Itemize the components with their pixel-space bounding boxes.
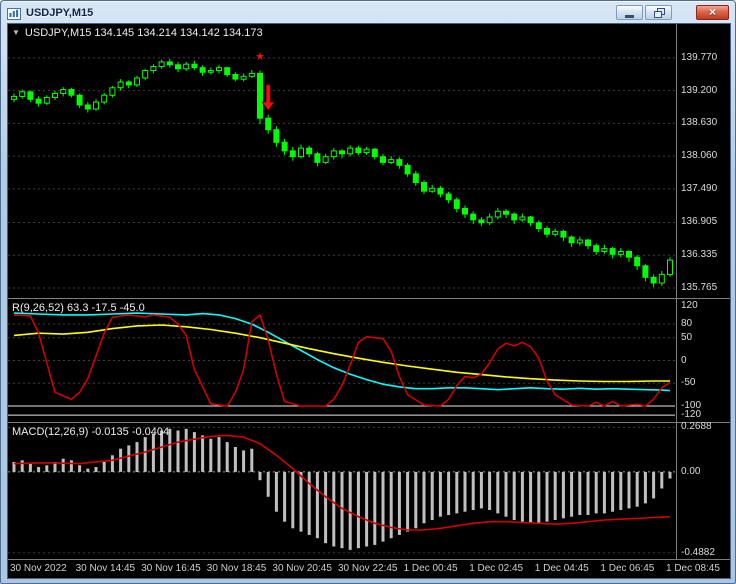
axis-label: -120 bbox=[681, 409, 702, 421]
time-axis[interactable]: 30 Nov 2022 30 Nov 14:45 30 Nov 16:45 30 No… bbox=[8, 560, 730, 578]
axis-label: 136.335 bbox=[681, 249, 718, 261]
window-title: USDJPY,M15 bbox=[26, 6, 94, 19]
time-axis-label: 1 Dec 08:45 bbox=[666, 563, 720, 574]
axis-label: 0.2688 bbox=[681, 421, 712, 433]
time-axis-label: 30 Nov 14:45 bbox=[75, 563, 136, 574]
close-button[interactable]: × bbox=[696, 5, 729, 20]
minimize-button[interactable] bbox=[616, 5, 643, 20]
axis-label: 139.200 bbox=[681, 84, 718, 96]
price-panel[interactable]: ▼ USDJPY,M15 134.145 134.214 134.142 134… bbox=[8, 24, 730, 298]
time-axis-label: 30 Nov 16:45 bbox=[141, 563, 201, 574]
price-axis-separator bbox=[676, 24, 677, 559]
axis-label: 80 bbox=[681, 318, 693, 330]
chart-window: USDJPY,M15 × ▼ USDJPY,M15 134.145 134.21… bbox=[0, 0, 736, 584]
axis-label: 135.765 bbox=[681, 281, 718, 293]
time-axis-label: 1 Dec 02:45 bbox=[469, 563, 524, 574]
axis-label: 137.490 bbox=[681, 182, 718, 194]
chevron-down-icon[interactable]: ▼ bbox=[12, 28, 20, 38]
minimize-icon bbox=[625, 14, 634, 18]
axis-label: 0 bbox=[681, 354, 687, 366]
axis-label: 136.905 bbox=[681, 216, 718, 228]
price-chart-svg: ★ bbox=[8, 51, 675, 289]
chart-window-icon bbox=[7, 7, 21, 20]
time-axis-separator bbox=[8, 559, 730, 560]
time-axis-label: 30 Nov 18:45 bbox=[206, 563, 267, 574]
axis-label: 120 bbox=[681, 299, 698, 311]
down-arrow-icon bbox=[261, 84, 275, 111]
axis-label: -0.4882 bbox=[681, 546, 715, 558]
symbol-ohlc-label[interactable]: ▼ USDJPY,M15 134.145 134.214 134.142 134… bbox=[12, 27, 263, 39]
time-axis-label: 30 Nov 20:45 bbox=[272, 563, 332, 574]
close-icon: × bbox=[708, 5, 716, 19]
macd-svg bbox=[8, 426, 675, 554]
macd-panel[interactable]: MACD(12,26,9) -0.0135 -0.0404 bbox=[8, 423, 730, 559]
time-axis-label: 1 Dec 06:45 bbox=[600, 563, 655, 574]
restore-button[interactable] bbox=[645, 5, 672, 20]
chart-client-area: ▼ USDJPY,M15 134.145 134.214 134.142 134… bbox=[7, 23, 731, 579]
axis-label: 138.060 bbox=[681, 150, 718, 162]
star-marker-icon: ★ bbox=[255, 51, 265, 63]
r-indicator-panel[interactable]: R(9,26,52) 63.3 -17.5 -45.0 bbox=[8, 299, 730, 422]
time-axis-label: 30 Nov 2022 bbox=[10, 563, 67, 574]
window-titlebar[interactable]: USDJPY,M15 × bbox=[2, 2, 734, 23]
axis-label: 138.630 bbox=[681, 117, 718, 129]
r-indicator-svg bbox=[8, 312, 675, 416]
ohlc-text: USDJPY,M15 134.145 134.214 134.142 134.1… bbox=[24, 27, 263, 39]
panel-separator[interactable] bbox=[8, 298, 730, 299]
r-indicator-label: R(9,26,52) 63.3 -17.5 -45.0 bbox=[12, 302, 145, 314]
axis-label: 0.00 bbox=[681, 465, 701, 477]
restore-icon bbox=[653, 8, 665, 18]
time-axis-label: 1 Dec 00:45 bbox=[403, 563, 458, 574]
time-axis-label: 30 Nov 22:45 bbox=[338, 563, 398, 574]
time-axis-label: 1 Dec 04:45 bbox=[534, 563, 589, 574]
macd-indicator-label: MACD(12,26,9) -0.0135 -0.0404 bbox=[12, 426, 170, 438]
axis-label: 50 bbox=[681, 331, 693, 343]
panel-separator[interactable] bbox=[8, 422, 730, 423]
axis-label: -50 bbox=[681, 377, 696, 389]
axis-label: 139.770 bbox=[681, 51, 718, 63]
